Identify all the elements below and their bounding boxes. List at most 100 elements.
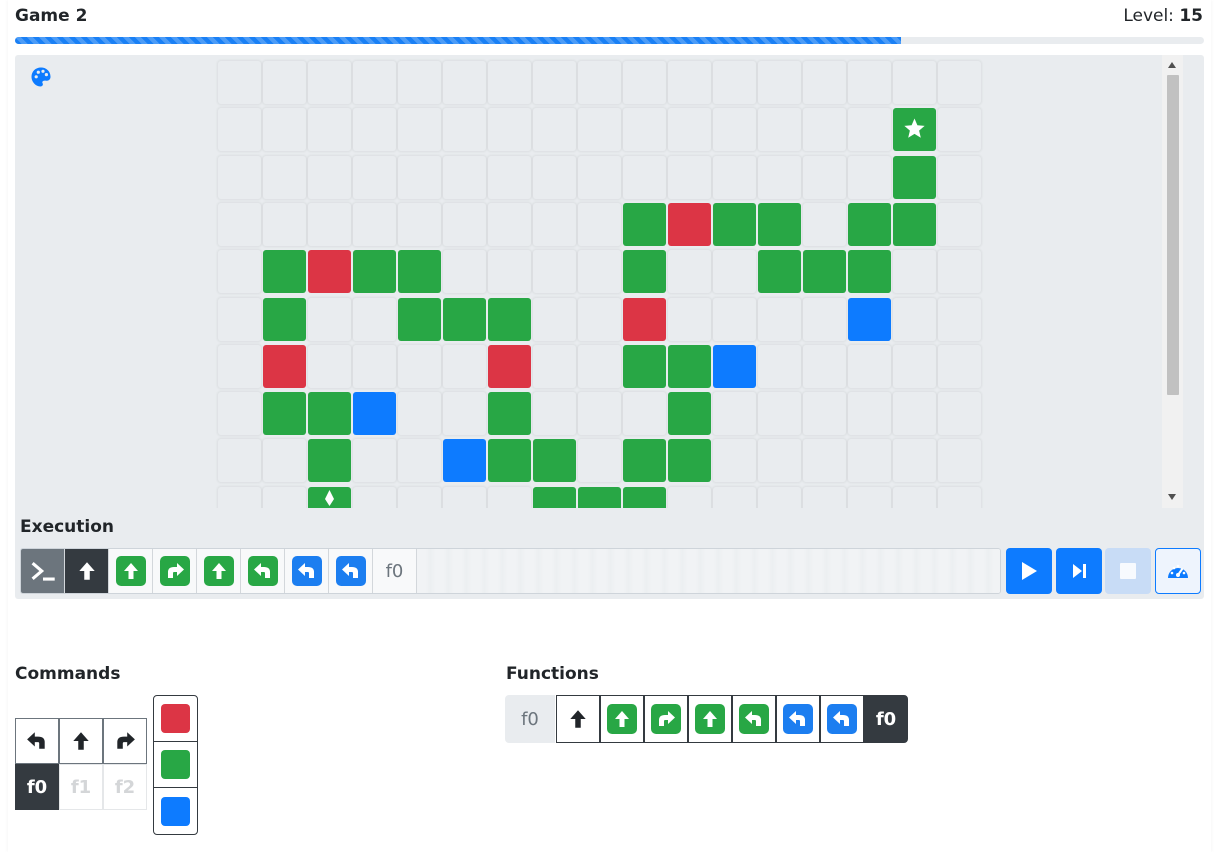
- empty-tile: [218, 250, 261, 294]
- empty-tile: [893, 344, 936, 388]
- empty-tile: [218, 202, 261, 246]
- red-tile: [308, 250, 351, 294]
- stop-button[interactable]: [1105, 548, 1151, 594]
- blue-tile: [353, 392, 396, 436]
- green-tile: [488, 297, 531, 341]
- turn-left-icon: [27, 732, 45, 749]
- exec-step-green[interactable]: [109, 549, 153, 593]
- game-board-panel: Execution f0: [15, 55, 1204, 599]
- red-swatch: [161, 704, 190, 733]
- green-tile: [263, 250, 306, 294]
- exec-step-blue[interactable]: [285, 549, 329, 593]
- empty-tile: [353, 202, 396, 246]
- green-condition-badge: [115, 556, 146, 586]
- empty-tile: [623, 108, 666, 152]
- board-scrollbar[interactable]: [1162, 55, 1183, 508]
- red-color-command[interactable]: [154, 696, 197, 742]
- empty-tile: [533, 61, 576, 104]
- green-tile: [668, 439, 711, 483]
- empty-tile: [308, 202, 351, 246]
- empty-tile: [848, 344, 891, 388]
- function-f0-command[interactable]: f0: [15, 764, 59, 810]
- turn-left-icon: [833, 711, 849, 726]
- function-slot-green[interactable]: [644, 695, 688, 743]
- empty-tile: [668, 155, 711, 199]
- empty-tile: [578, 250, 621, 294]
- function-slot-green[interactable]: [732, 695, 776, 743]
- palette-icon[interactable]: [30, 66, 52, 88]
- empty-tile: [218, 392, 261, 436]
- empty-tile: [443, 392, 486, 436]
- empty-tile: [938, 250, 981, 294]
- green-tile: [623, 344, 666, 388]
- exec-step-blue[interactable]: [329, 549, 373, 593]
- empty-tile: [308, 155, 351, 199]
- empty-tile: [218, 297, 261, 341]
- empty-tile: [353, 108, 396, 152]
- function-slot-blue[interactable]: [820, 695, 864, 743]
- board-viewport[interactable]: [15, 55, 1183, 508]
- empty-tile: [803, 297, 846, 341]
- empty-tile: [848, 155, 891, 199]
- green-condition-badge: [607, 704, 637, 734]
- scroll-down-arrow-icon[interactable]: [1168, 494, 1176, 500]
- speed-button[interactable]: [1155, 548, 1201, 594]
- empty-tile: [713, 61, 756, 104]
- scroll-thumb[interactable]: [1167, 75, 1179, 395]
- green-tile: [803, 250, 846, 294]
- empty-tile: [488, 250, 531, 294]
- arrow-up-command[interactable]: [59, 718, 103, 764]
- exec-step-green[interactable]: [241, 549, 285, 593]
- function-slot-green[interactable]: [600, 695, 644, 743]
- empty-tile: [713, 297, 756, 341]
- turn-left-command[interactable]: [15, 718, 59, 764]
- exec-step-function-call[interactable]: f0: [373, 549, 417, 593]
- function-slot-call[interactable]: f0: [864, 695, 908, 743]
- empty-tile: [533, 155, 576, 199]
- terminal-step[interactable]: [21, 549, 65, 593]
- function-slot[interactable]: [556, 695, 600, 743]
- green-tile: [398, 250, 441, 294]
- blue-color-command[interactable]: [154, 788, 197, 834]
- execution-stack-empty: [418, 549, 1000, 593]
- green-condition-badge: [739, 704, 769, 734]
- empty-tile: [578, 61, 621, 104]
- green-tile: [533, 439, 576, 483]
- blue-condition-badge: [783, 704, 813, 734]
- empty-tile: [533, 344, 576, 388]
- turn-right-command[interactable]: [103, 718, 147, 764]
- green-tile: [398, 297, 441, 341]
- empty-tile: [893, 250, 936, 294]
- function-slot-green[interactable]: [688, 695, 732, 743]
- play-button[interactable]: [1006, 548, 1052, 594]
- empty-tile: [848, 61, 891, 104]
- exec-step-green[interactable]: [197, 549, 241, 593]
- game-title: Game 2: [15, 6, 88, 26]
- turn-left-icon: [341, 563, 358, 578]
- step-forward-button[interactable]: [1056, 548, 1102, 594]
- empty-tile: [623, 392, 666, 436]
- exec-step-current[interactable]: [65, 549, 109, 593]
- empty-tile: [263, 202, 306, 246]
- green-color-command[interactable]: [154, 742, 197, 788]
- exec-step-green[interactable]: [153, 549, 197, 593]
- empty-tile: [578, 155, 621, 199]
- turn-right-icon: [167, 563, 184, 578]
- empty-tile: [803, 155, 846, 199]
- empty-tile: [578, 108, 621, 152]
- green-tile: [308, 439, 351, 483]
- empty-tile: [668, 108, 711, 152]
- green-tile: [758, 250, 801, 294]
- empty-tile: [398, 155, 441, 199]
- empty-tile: [308, 344, 351, 388]
- red-tile: [488, 344, 531, 388]
- empty-tile: [353, 61, 396, 104]
- function-slot-blue[interactable]: [776, 695, 820, 743]
- scroll-up-arrow-icon[interactable]: [1168, 62, 1176, 68]
- blue-condition-badge: [291, 556, 322, 586]
- empty-tile: [578, 202, 621, 246]
- empty-tile: [308, 61, 351, 104]
- green-condition-badge: [247, 556, 278, 586]
- green-tile: [308, 486, 351, 508]
- arrow-up-icon: [123, 563, 138, 579]
